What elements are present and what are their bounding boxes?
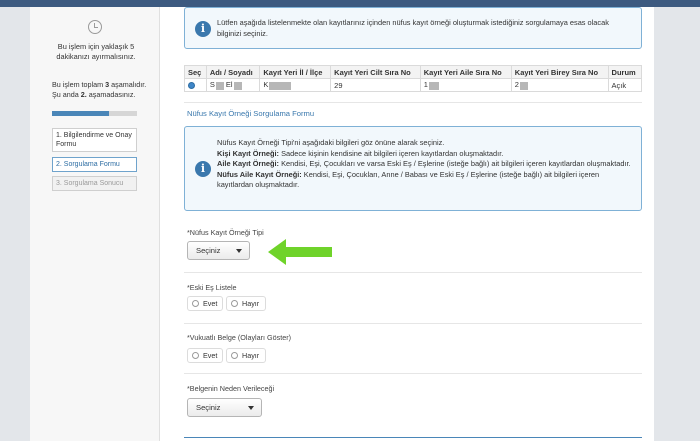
radio-circle[interactable] — [192, 352, 199, 360]
reason-label: *Belgenin Neden Verileceği — [187, 384, 275, 393]
ex-spouse-label: *Eski Eş Listele — [187, 283, 237, 292]
radio-circle[interactable] — [231, 352, 238, 360]
table-row[interactable]: S El K 29 1 2 Açık — [184, 78, 643, 92]
chevron-down-icon — [248, 406, 254, 410]
radio-label: Evet — [203, 351, 218, 360]
progress-bar — [52, 111, 137, 116]
radio-circle[interactable] — [192, 300, 199, 308]
types-intro: Nüfus Kayıt Örneği Tipi'ni aşağıdaki bil… — [217, 138, 445, 147]
redaction-mask — [428, 81, 439, 90]
type-select-value: Seçiniz — [196, 246, 221, 255]
progress-fill — [52, 111, 109, 116]
steps-note: Bu işlem toplam 3 aşamalıdır. Şu anda 2.… — [52, 80, 152, 100]
divider — [184, 373, 642, 374]
right-frame — [654, 7, 700, 441]
header-cilt: Kayıt Yeri Cilt Sıra No — [330, 65, 421, 79]
aile-value: 1 — [423, 80, 428, 90]
header-name: Adı / Soyadı — [205, 65, 261, 79]
type-label: *Nüfus Kayıt Örneği Tipi — [187, 228, 264, 237]
row-status: Açık — [607, 78, 643, 92]
type-term: Nüfus Aile Kayıt Örneği: — [217, 169, 302, 179]
divider — [184, 323, 642, 324]
row-aile: 1 — [419, 78, 512, 92]
ex-spouse-yes-radio[interactable]: Evet — [187, 296, 223, 311]
green-arrow-icon — [268, 239, 332, 265]
type-term: Aile Kayıt Örneği: — [217, 159, 280, 168]
radio-label: Hayır — [242, 351, 260, 360]
name-first: S — [209, 80, 215, 90]
name-last: El — [225, 80, 233, 90]
redaction-mask — [215, 81, 224, 90]
type-item-nufus-aile: Nüfus Aile Kayıt Örneği: Kendisi, Eşi, Ç… — [217, 170, 631, 191]
type-term: Kişi Kayıt Örneği: — [217, 148, 280, 158]
events-yes-radio[interactable]: Evet — [187, 348, 223, 363]
row-cilt: 29 — [330, 78, 421, 92]
table-header-row: Seç Adı / Soyadı Kayıt Yeri İl / İlçe Ka… — [184, 65, 643, 79]
step-2[interactable]: 2. Sorgulama Formu — [52, 157, 137, 172]
left-frame — [0, 7, 30, 441]
row-place: K — [259, 78, 332, 92]
header-sec: Seç — [184, 65, 207, 79]
main-content: i Lütfen aşağıda listelenmekte olan kayı… — [160, 7, 654, 441]
redaction-mask — [519, 81, 528, 90]
reason-select-value: Seçiniz — [196, 403, 221, 412]
info-icon: i — [195, 21, 211, 37]
events-label: *Vukuatlı Belge (Olayları Göster) — [187, 333, 291, 342]
types-info-box: i Nüfus Kayıt Örneği Tipi'ni aşağıdaki b… — [184, 126, 642, 211]
place-value: K — [263, 80, 269, 90]
type-desc: Sadece kişinin kendisine ait bilgileri i… — [279, 148, 504, 158]
events-no-radio[interactable]: Hayır — [226, 348, 266, 363]
redaction-mask — [269, 81, 292, 90]
header-aile: Kayıt Yeri Aile Sıra No — [419, 65, 512, 79]
divider — [184, 272, 642, 273]
type-item-aile: Aile Kayıt Örneği: Kendisi, Eşi, Çocukla… — [217, 159, 631, 170]
time-note: Bu işlem için yaklaşık 5 dakikanızı ayır… — [56, 42, 136, 61]
header-place: Kayıt Yeri İl / İlçe — [259, 65, 332, 79]
header-status: Durum — [607, 65, 643, 79]
step-3: 3. Sorgulama Sonucu — [52, 176, 137, 191]
row-birey: 2 — [510, 78, 609, 92]
reason-select[interactable]: Seçiniz — [187, 398, 262, 417]
divider — [184, 102, 642, 103]
selected-radio[interactable] — [188, 82, 195, 90]
form-title: Nüfus Kayıt Örneği Sorgulama Formu — [187, 109, 315, 118]
intro-info-box: i Lütfen aşağıda listelenmekte olan kayı… — [184, 7, 642, 49]
row-select[interactable] — [184, 78, 207, 92]
type-desc: Kendisi, Eşi, Çocukları ve varsa Eski Eş… — [279, 159, 631, 168]
birey-value: 2 — [514, 80, 519, 90]
step-1[interactable]: 1. Bilgilendirme ve Onay Formu — [52, 128, 137, 152]
redaction-mask — [233, 81, 242, 90]
bottom-divider — [184, 437, 642, 438]
info-icon: i — [195, 161, 211, 177]
radio-label: Evet — [203, 299, 218, 308]
type-select[interactable]: Seçiniz — [187, 241, 250, 260]
sidebar: Bu işlem için yaklaşık 5 dakikanızı ayır… — [30, 7, 160, 441]
ex-spouse-no-radio[interactable]: Hayır — [226, 296, 266, 311]
types-info-text: Nüfus Kayıt Örneği Tipi'ni aşağıdaki bil… — [217, 138, 631, 191]
type-item-kisi: Kişi Kayıt Örneği: Sadece kişinin kendis… — [217, 149, 631, 160]
row-name: S El — [205, 78, 261, 92]
intro-info-text: Lütfen aşağıda listelenmekte olan kayıtl… — [217, 18, 609, 38]
records-table: Seç Adı / Soyadı Kayıt Yeri İl / İlçe Ka… — [184, 65, 643, 92]
steps-note-prefix: Bu işlem toplam — [52, 80, 106, 89]
steps-note-suffix: aşamadasınız. — [86, 90, 136, 99]
clock-icon — [88, 20, 102, 34]
radio-circle[interactable] — [231, 300, 238, 308]
radio-label: Hayır — [242, 299, 260, 308]
top-bar — [0, 0, 700, 7]
header-birey: Kayıt Yeri Birey Sıra No — [510, 65, 609, 79]
chevron-down-icon — [236, 249, 242, 253]
